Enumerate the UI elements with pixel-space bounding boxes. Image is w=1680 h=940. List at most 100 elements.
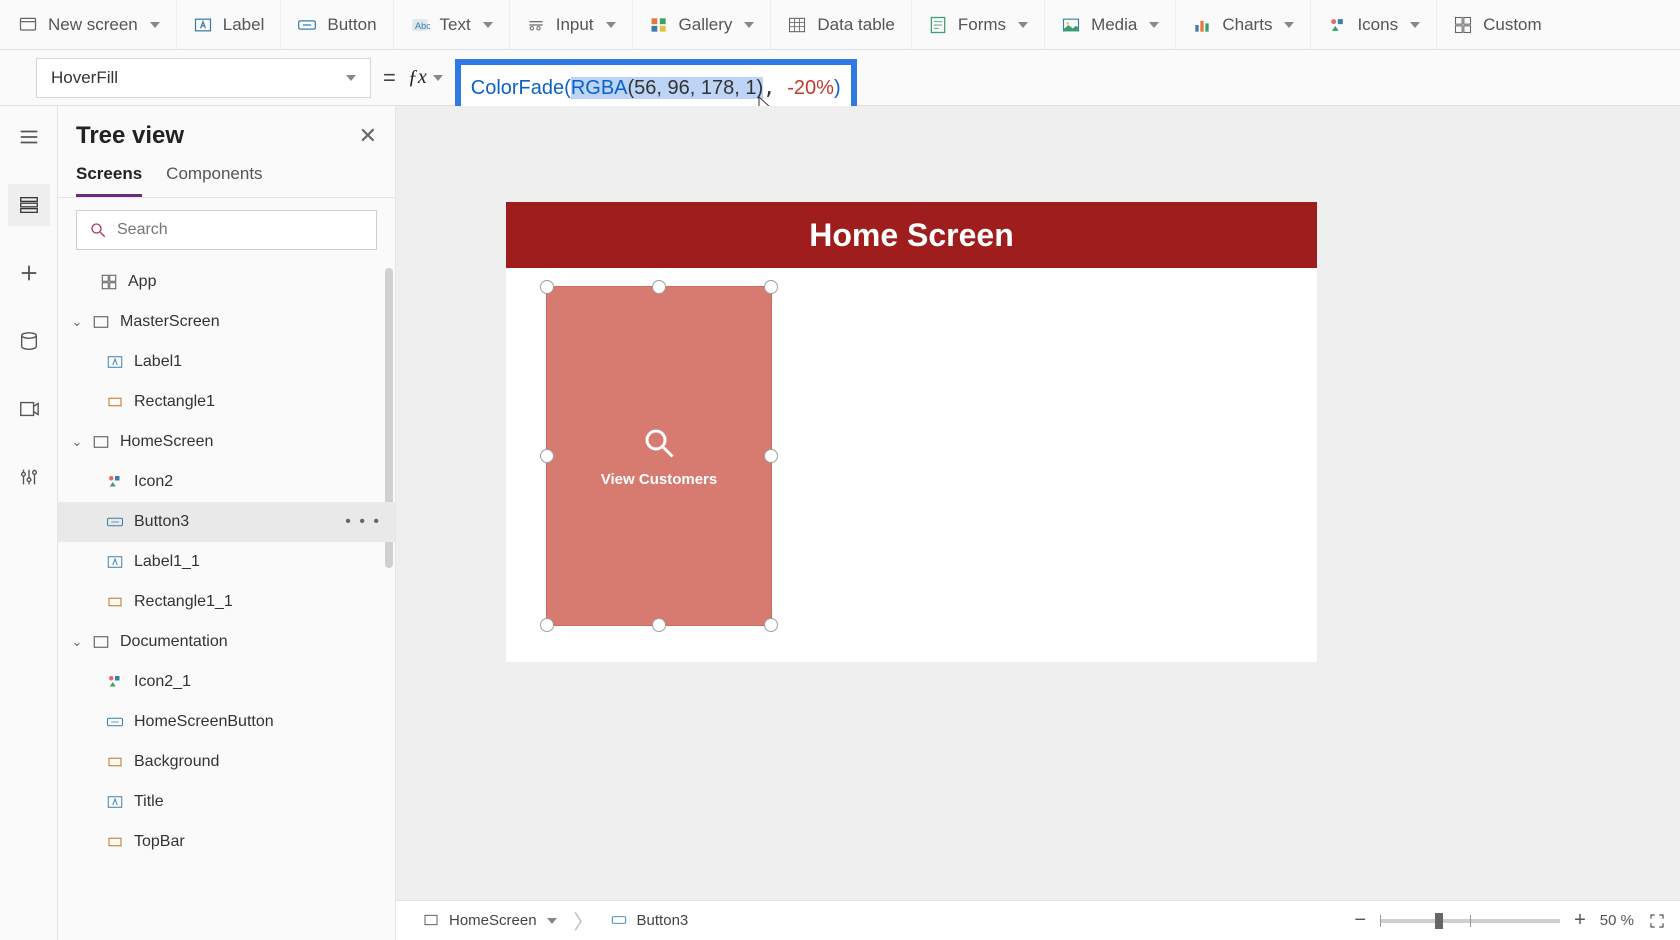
gallery-menu-label: Gallery — [679, 15, 733, 35]
tree-node-label: Documentation — [120, 633, 228, 651]
tree-node-app[interactable]: App — [58, 262, 395, 302]
tree-node-background[interactable]: Background — [58, 742, 395, 782]
tree-node-label: Icon2_1 — [134, 673, 191, 691]
text-menu-label: Text — [440, 15, 471, 35]
tree-node-label: Rectangle1 — [134, 393, 215, 411]
text-menu[interactable]: Abc Text — [394, 0, 510, 49]
collapse-icon[interactable]: ⌄ — [68, 314, 86, 330]
data-table-button[interactable]: Data table — [771, 0, 912, 49]
tree-view-rail-button[interactable] — [8, 184, 50, 226]
resize-handle-se[interactable] — [764, 618, 778, 632]
charts-menu-label: Charts — [1222, 15, 1272, 35]
screen-header-title: Home Screen — [809, 217, 1014, 254]
tree-node-title[interactable]: Title — [58, 782, 395, 822]
label-icon — [104, 551, 126, 573]
equals-sign: = — [383, 65, 396, 91]
resize-handle-w[interactable] — [540, 449, 554, 463]
settings-rail-button[interactable] — [8, 456, 50, 498]
new-screen-menu[interactable]: New screen — [2, 0, 177, 49]
zoom-in-button[interactable]: + — [1574, 909, 1586, 932]
tree-search-input[interactable] — [117, 221, 364, 239]
media-rail-button[interactable] — [8, 388, 50, 430]
formula-text[interactable]: ColorFade(RGBA(56, 96, 178, 1), -20%) — [471, 75, 841, 100]
app-icon — [98, 271, 120, 293]
media-icon — [1061, 15, 1081, 35]
tab-components[interactable]: Components — [166, 164, 262, 197]
tree-node-topbar[interactable]: TopBar — [58, 822, 395, 862]
fx-label[interactable]: ƒx — [408, 66, 443, 89]
collapse-icon[interactable]: ⌄ — [68, 634, 86, 650]
button-label: View Customers — [601, 471, 717, 488]
collapse-icon[interactable]: ⌄ — [68, 434, 86, 450]
tree-node-icon2-1[interactable]: Icon2_1 — [58, 662, 395, 702]
button-control-button[interactable]: Button — [281, 0, 393, 49]
forms-menu[interactable]: Forms — [912, 0, 1045, 49]
tree-node-label: Rectangle1_1 — [134, 593, 233, 611]
tree-node-label1[interactable]: Label1 — [58, 342, 395, 382]
resize-handle-e[interactable] — [764, 449, 778, 463]
gallery-icon — [649, 15, 669, 35]
tree-view-title: Tree view — [76, 122, 184, 150]
icons-icon — [104, 671, 126, 693]
screen-header[interactable]: Home Screen — [506, 202, 1317, 268]
tree-tabs: Screens Components — [58, 156, 395, 198]
rectangle-icon — [104, 831, 126, 853]
close-panel-button[interactable]: ✕ — [359, 123, 377, 149]
tree-node-button3[interactable]: Button3 • • • — [58, 502, 395, 542]
formula-bar: HoverFill = ƒx ColorFade(RGBA(56, 96, 17… — [0, 50, 1680, 106]
tree-list[interactable]: App ⌄ MasterScreen Label1 Rectangle1 ⌄ H… — [58, 262, 395, 940]
tab-screens[interactable]: Screens — [76, 164, 142, 197]
resize-handle-sw[interactable] — [540, 618, 554, 632]
tree-node-masterscreen[interactable]: ⌄ MasterScreen — [58, 302, 395, 342]
breadcrumb-screen[interactable]: HomeScreen — [410, 907, 570, 935]
breadcrumb-separator: 〉 — [574, 906, 594, 935]
zoom-out-button[interactable]: − — [1354, 909, 1366, 932]
tree-node-documentation[interactable]: ⌄ Documentation — [58, 622, 395, 662]
hamburger-button[interactable] — [8, 116, 50, 158]
label-icon — [104, 351, 126, 373]
tree-search-box[interactable] — [76, 210, 377, 250]
chevron-down-icon — [547, 918, 557, 924]
text-icon: Abc — [410, 15, 430, 35]
gallery-menu[interactable]: Gallery — [633, 0, 772, 49]
resize-handle-ne[interactable] — [764, 280, 778, 294]
input-menu[interactable]: Input — [510, 0, 633, 49]
tree-node-homescreen[interactable]: ⌄ HomeScreen — [58, 422, 395, 462]
tree-node-label: TopBar — [134, 833, 185, 851]
forms-icon — [928, 15, 948, 35]
tree-node-rectangle1-1[interactable]: Rectangle1_1 — [58, 582, 395, 622]
insert-ribbon: New screen Label Button Abc Text Input G… — [0, 0, 1680, 50]
app-screen-preview[interactable]: Home Screen View Customers — [506, 202, 1317, 662]
insert-rail-button[interactable] — [8, 252, 50, 294]
resize-handle-nw[interactable] — [540, 280, 554, 294]
icons-menu[interactable]: Icons — [1311, 0, 1437, 49]
screen-icon — [18, 15, 38, 35]
media-menu[interactable]: Media — [1045, 0, 1176, 49]
resize-handle-n[interactable] — [652, 280, 666, 294]
fit-to-screen-button[interactable] — [1648, 912, 1666, 930]
screen-icon — [90, 631, 112, 653]
icons-icon — [104, 471, 126, 493]
tree-node-label1-1[interactable]: Label1_1 — [58, 542, 395, 582]
input-icon — [526, 15, 546, 35]
label-icon — [104, 791, 126, 813]
screen-icon — [90, 311, 112, 333]
selected-button-control[interactable]: View Customers — [546, 286, 772, 626]
label-control-button[interactable]: Label — [177, 0, 282, 49]
canvas-area[interactable]: Home Screen View Customers H — [396, 106, 1680, 940]
zoom-slider-thumb[interactable] — [1435, 913, 1443, 929]
data-rail-button[interactable] — [8, 320, 50, 362]
tree-node-icon2[interactable]: Icon2 — [58, 462, 395, 502]
breadcrumb-control[interactable]: Button3 — [598, 907, 702, 935]
breadcrumb-bar: HomeScreen 〉 Button3 − + 50 % — [396, 900, 1680, 940]
charts-menu[interactable]: Charts — [1176, 0, 1311, 49]
zoom-slider[interactable] — [1380, 919, 1560, 923]
property-dropdown[interactable]: HoverFill — [36, 58, 371, 98]
tree-node-rectangle1[interactable]: Rectangle1 — [58, 382, 395, 422]
custom-menu[interactable]: Custom — [1437, 0, 1558, 49]
more-options-button[interactable]: • • • — [345, 513, 381, 531]
svg-text:Abc: Abc — [415, 21, 430, 31]
tree-node-homescreenbutton[interactable]: HomeScreenButton — [58, 702, 395, 742]
icons-icon — [1327, 15, 1347, 35]
resize-handle-s[interactable] — [652, 618, 666, 632]
